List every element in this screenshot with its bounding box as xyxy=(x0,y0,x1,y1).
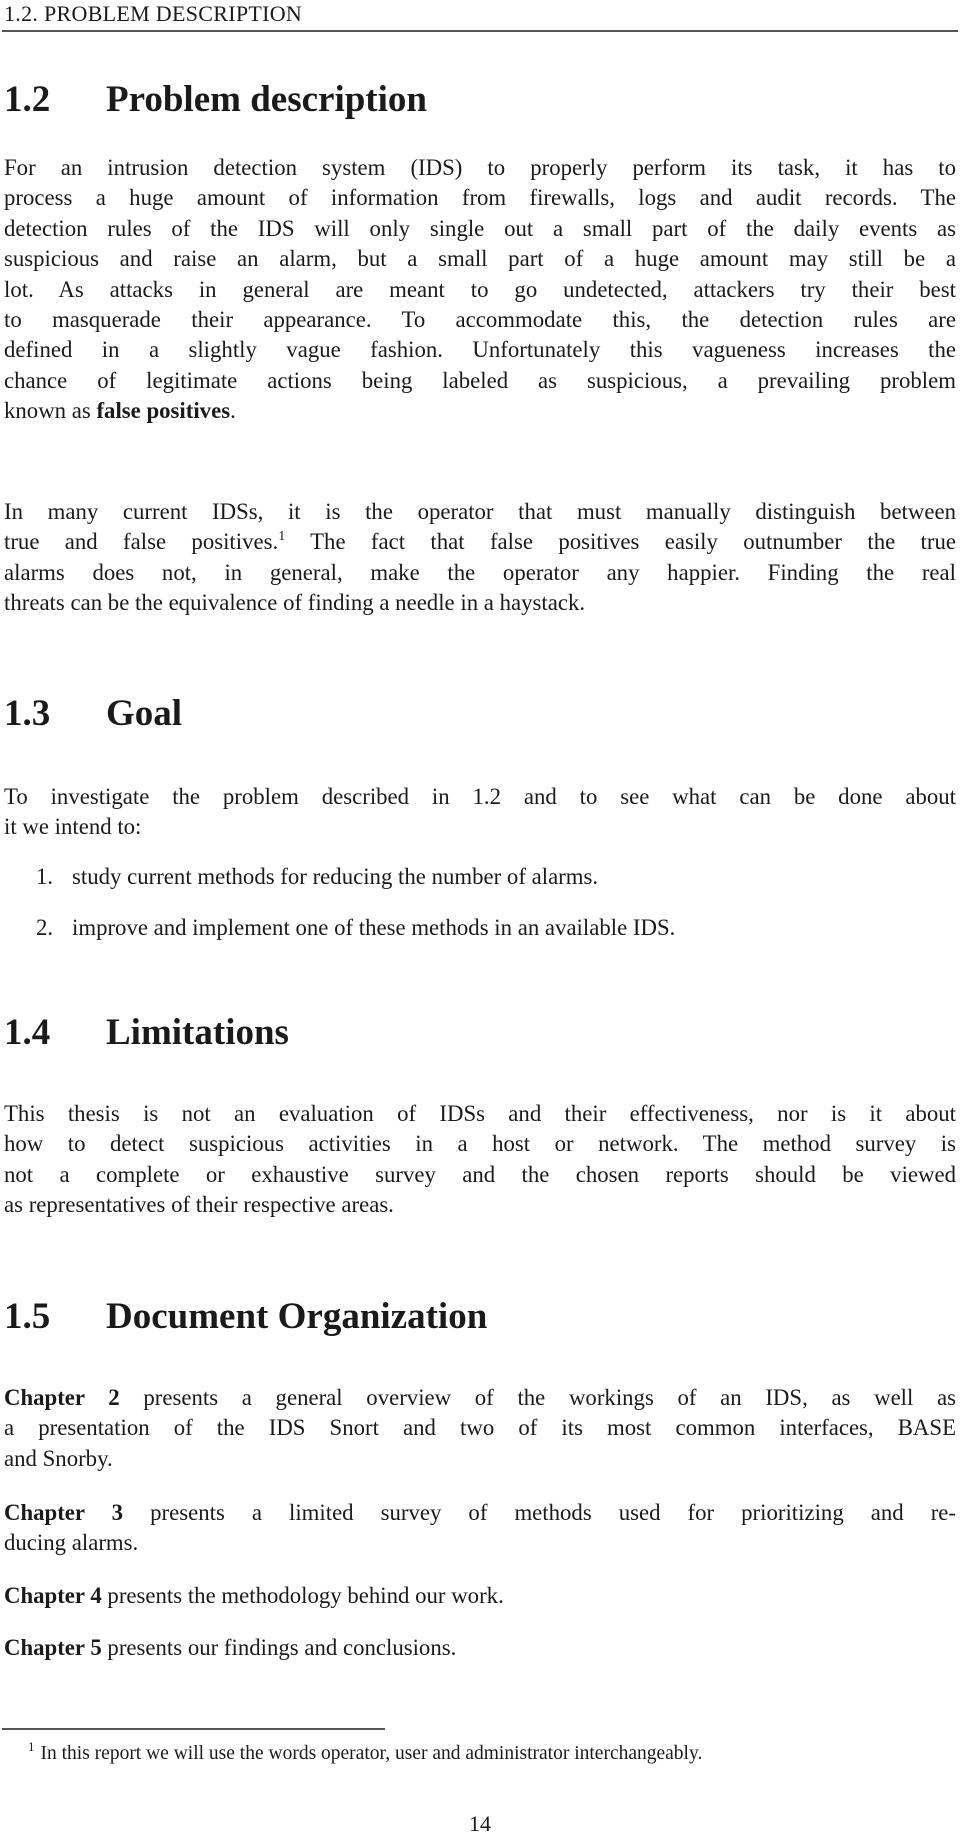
paragraph-chapter-4: Chapter 4 presents the methodology behin… xyxy=(4,1581,956,1611)
section-number: 1.2 xyxy=(4,79,51,120)
chapter-reference[interactable]: Chapter 2 xyxy=(4,1385,120,1410)
goal-list-item: 1. study current methods for reducing the… xyxy=(36,862,598,892)
footnote-mark: 1 xyxy=(28,1739,35,1754)
text-line: This thesis is not an evaluation of IDSs… xyxy=(4,1101,956,1126)
text-line: In many current IDSs, it is the operator… xyxy=(4,499,956,524)
paragraph-chapter-2: Chapter 2 presents a general overview of… xyxy=(4,1383,956,1474)
text-line: defined in a slightly vague fashion. Unf… xyxy=(4,337,956,363)
text-line: threats can be the equivalence of findin… xyxy=(4,590,586,616)
text-line: Chapter 5 presents our findings and conc… xyxy=(4,1633,956,1663)
text-span: . xyxy=(230,398,236,424)
text-line: known as false positives. xyxy=(4,396,956,426)
footnote-text: In this report we will use the words ope… xyxy=(40,1743,703,1764)
chapter-reference[interactable]: Chapter 4 xyxy=(4,1583,102,1608)
text-line: chance of legitimate actions being label… xyxy=(4,367,956,393)
section-title-text: Document Organization xyxy=(106,1296,488,1337)
section-heading-problem-description: 1.2 Problem description xyxy=(4,78,427,122)
section-number: 1.4 xyxy=(4,1012,51,1053)
text-line: lot. As attacks in general are meant to … xyxy=(4,276,956,302)
list-marker: 1. xyxy=(36,864,54,889)
text-line: to masquerade their appearance. To accom… xyxy=(4,306,956,332)
section-heading-document-organization: 1.5 Document Organization xyxy=(4,1295,487,1339)
text-line: Chapter 2 presents a general overview of… xyxy=(4,1383,956,1413)
text-line: For an intrusion detection system (IDS) … xyxy=(4,155,956,180)
text-line: not a complete or exhaustive survey and … xyxy=(4,1161,956,1187)
text-line: Chapter 3 presents a limited survey of m… xyxy=(4,1498,956,1528)
section-number: 1.5 xyxy=(4,1296,51,1337)
chapter-reference[interactable]: Chapter 5 xyxy=(4,1635,102,1660)
goal-list-item: 2. improve and implement one of these met… xyxy=(36,913,675,943)
footnote: 1 In this report we will use the words op… xyxy=(28,1739,703,1767)
list-marker: 2. xyxy=(36,915,54,940)
text-line: process a huge amount of information fro… xyxy=(4,185,956,211)
text-line: it we intend to: xyxy=(4,814,142,840)
text-span: presents the methodology behind our work… xyxy=(101,1583,504,1608)
text-line: and Snorby. xyxy=(4,1445,113,1471)
text-span: presents a general overview of the worki… xyxy=(119,1385,957,1410)
section-heading-limitations: 1.4 Limitations xyxy=(4,1011,289,1055)
text-span: known as xyxy=(4,398,97,424)
paragraph-limitations: This thesis is not an evaluation of IDSs… xyxy=(4,1099,956,1221)
running-head: 1.2. PROBLEM DESCRIPTION xyxy=(4,1,303,26)
section-number: 1.3 xyxy=(4,693,51,734)
section-heading-goal: 1.3 Goal xyxy=(4,692,182,736)
list-item-text: improve and implement one of these metho… xyxy=(72,915,676,940)
text-span: presents a limited survey of methods use… xyxy=(123,1500,957,1525)
text-span: presents our findings and conclusions. xyxy=(101,1635,457,1660)
chapter-reference[interactable]: Chapter 3 xyxy=(4,1500,123,1525)
text-line: alarms does not, in general, make the op… xyxy=(4,559,956,585)
bold-term-false-positives: false positives xyxy=(96,398,231,424)
text-line: Chapter 4 presents the methodology behin… xyxy=(4,1581,956,1611)
text-line: suspicious and raise an alarm, but a sma… xyxy=(4,246,956,272)
paragraph-chapter-3: Chapter 3 presents a limited survey of m… xyxy=(4,1498,956,1559)
text-line: true and false positives.1 The fact that… xyxy=(4,527,956,557)
text-line: To investigate the problem described in … xyxy=(4,784,956,809)
text-line: detection rules of the IDS will only sin… xyxy=(4,215,956,241)
section-title-text: Goal xyxy=(106,693,183,734)
text-line: ducing alarms. xyxy=(4,1530,139,1556)
section-title-text: Limitations xyxy=(106,1012,289,1053)
section-title-text: Problem description xyxy=(106,79,427,120)
text-line: how to detect suspicious activities in a… xyxy=(4,1131,956,1157)
text-line: a presentation of the IDS Snort and two … xyxy=(4,1415,956,1441)
page-number: 14 xyxy=(469,1811,491,1836)
text-span: true and false positives. xyxy=(4,529,279,555)
list-item-text: study current methods for reducing the n… xyxy=(72,864,599,889)
header-rule xyxy=(2,30,958,32)
paragraph-problem-2: In many current IDSs, it is the operator… xyxy=(4,497,956,619)
paragraph-chapter-5: Chapter 5 presents our findings and conc… xyxy=(4,1633,956,1663)
paragraph-problem-1: For an intrusion detection system (IDS) … xyxy=(4,153,956,427)
paragraph-goal-intro: To investigate the problem described in … xyxy=(4,782,956,843)
document-page: 1.2. PROBLEM DESCRIPTION 1.2 Problem desc… xyxy=(0,0,960,1840)
text-span: The fact that false positives easily out… xyxy=(285,529,956,555)
text-line: as representatives of their respective a… xyxy=(4,1192,394,1218)
footnote-rule xyxy=(2,1728,385,1730)
